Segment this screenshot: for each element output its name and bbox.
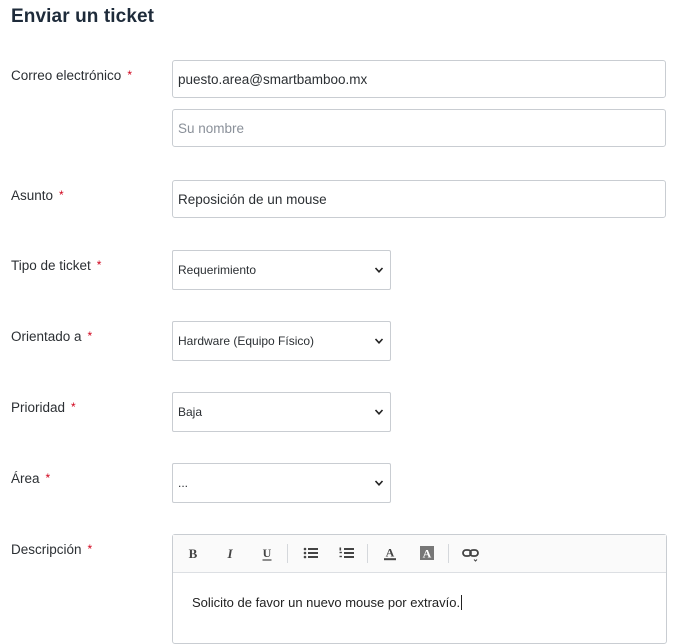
editor-toolbar: B I U A A <box>173 535 666 573</box>
required-marker: * <box>87 542 93 556</box>
required-marker: * <box>87 329 93 343</box>
subject-label-text: Asunto <box>11 188 54 203</box>
area-selected: ... <box>178 476 189 490</box>
required-marker: * <box>59 188 64 202</box>
bold-button[interactable]: B <box>183 544 203 562</box>
oriented-to-label: Orientado a * <box>11 329 92 344</box>
description-textarea[interactable]: Solicito de favor un nuevo mouse por ext… <box>192 595 463 610</box>
email-label: Correo electrónico * <box>11 68 132 83</box>
required-marker: * <box>45 471 51 485</box>
bulleted-list-icon <box>303 547 318 559</box>
link-icon <box>462 549 479 562</box>
oriented-to-select[interactable]: Hardware (Equipo Físico) <box>172 321 391 361</box>
background-color-icon: A <box>420 546 434 561</box>
text-color-icon: A <box>384 546 396 561</box>
underline-icon: U <box>262 546 272 561</box>
priority-select[interactable]: Baja <box>172 392 391 432</box>
svg-text:B: B <box>189 546 198 561</box>
description-label-text: Descripción <box>11 542 82 557</box>
background-color-button[interactable]: A <box>417 544 437 562</box>
oriented-to-selected: Hardware (Equipo Físico) <box>178 334 315 348</box>
ticket-type-select[interactable]: Requerimiento <box>172 250 391 290</box>
description-editor: B I U A A Solicito de favor un nuevo mou… <box>172 534 667 644</box>
svg-text:A: A <box>386 546 395 560</box>
area-label-text: Área <box>11 471 40 486</box>
bold-icon: B <box>189 546 198 561</box>
svg-text:A: A <box>423 547 432 561</box>
chevron-down-icon <box>374 480 384 486</box>
italic-icon: I <box>226 546 233 561</box>
chevron-down-icon <box>374 409 384 415</box>
chevron-down-icon <box>374 267 384 273</box>
chevron-down-icon <box>374 338 384 344</box>
email-label-text: Correo electrónico <box>11 68 122 83</box>
priority-selected: Baja <box>178 405 203 419</box>
area-select[interactable]: ... <box>172 463 391 503</box>
area-label: Área * <box>11 471 50 486</box>
priority-label-text: Prioridad <box>11 400 66 415</box>
underline-button[interactable]: U <box>257 544 277 562</box>
name-field[interactable] <box>172 109 666 147</box>
numbered-list-button[interactable] <box>337 544 357 562</box>
oriented-to-label-text: Orientado a <box>11 329 82 344</box>
toolbar-divider <box>367 544 368 563</box>
subject-field[interactable] <box>172 180 666 218</box>
page-title: Enviar un ticket <box>11 6 155 27</box>
text-caret <box>461 595 463 610</box>
bulleted-list-button[interactable] <box>301 544 321 562</box>
toolbar-divider <box>287 544 288 563</box>
italic-button[interactable]: I <box>220 544 240 562</box>
ticket-type-selected: Requerimiento <box>178 263 257 277</box>
email-field[interactable] <box>172 60 666 98</box>
svg-text:U: U <box>263 546 272 560</box>
subject-label: Asunto * <box>11 188 64 203</box>
ticket-type-label: Tipo de ticket * <box>11 258 101 273</box>
ticket-type-label-text: Tipo de ticket <box>11 258 91 273</box>
svg-text:I: I <box>226 546 233 561</box>
required-marker: * <box>71 400 76 414</box>
toolbar-divider <box>448 544 449 563</box>
text-color-button[interactable]: A <box>380 544 400 562</box>
priority-label: Prioridad * <box>11 400 76 415</box>
required-marker: * <box>127 68 132 82</box>
description-text: Solicito de favor un nuevo mouse por ext… <box>192 595 461 610</box>
link-button[interactable] <box>461 544 481 562</box>
description-label: Descripción * <box>11 542 92 557</box>
required-marker: * <box>96 258 102 272</box>
numbered-list-icon <box>339 547 354 558</box>
